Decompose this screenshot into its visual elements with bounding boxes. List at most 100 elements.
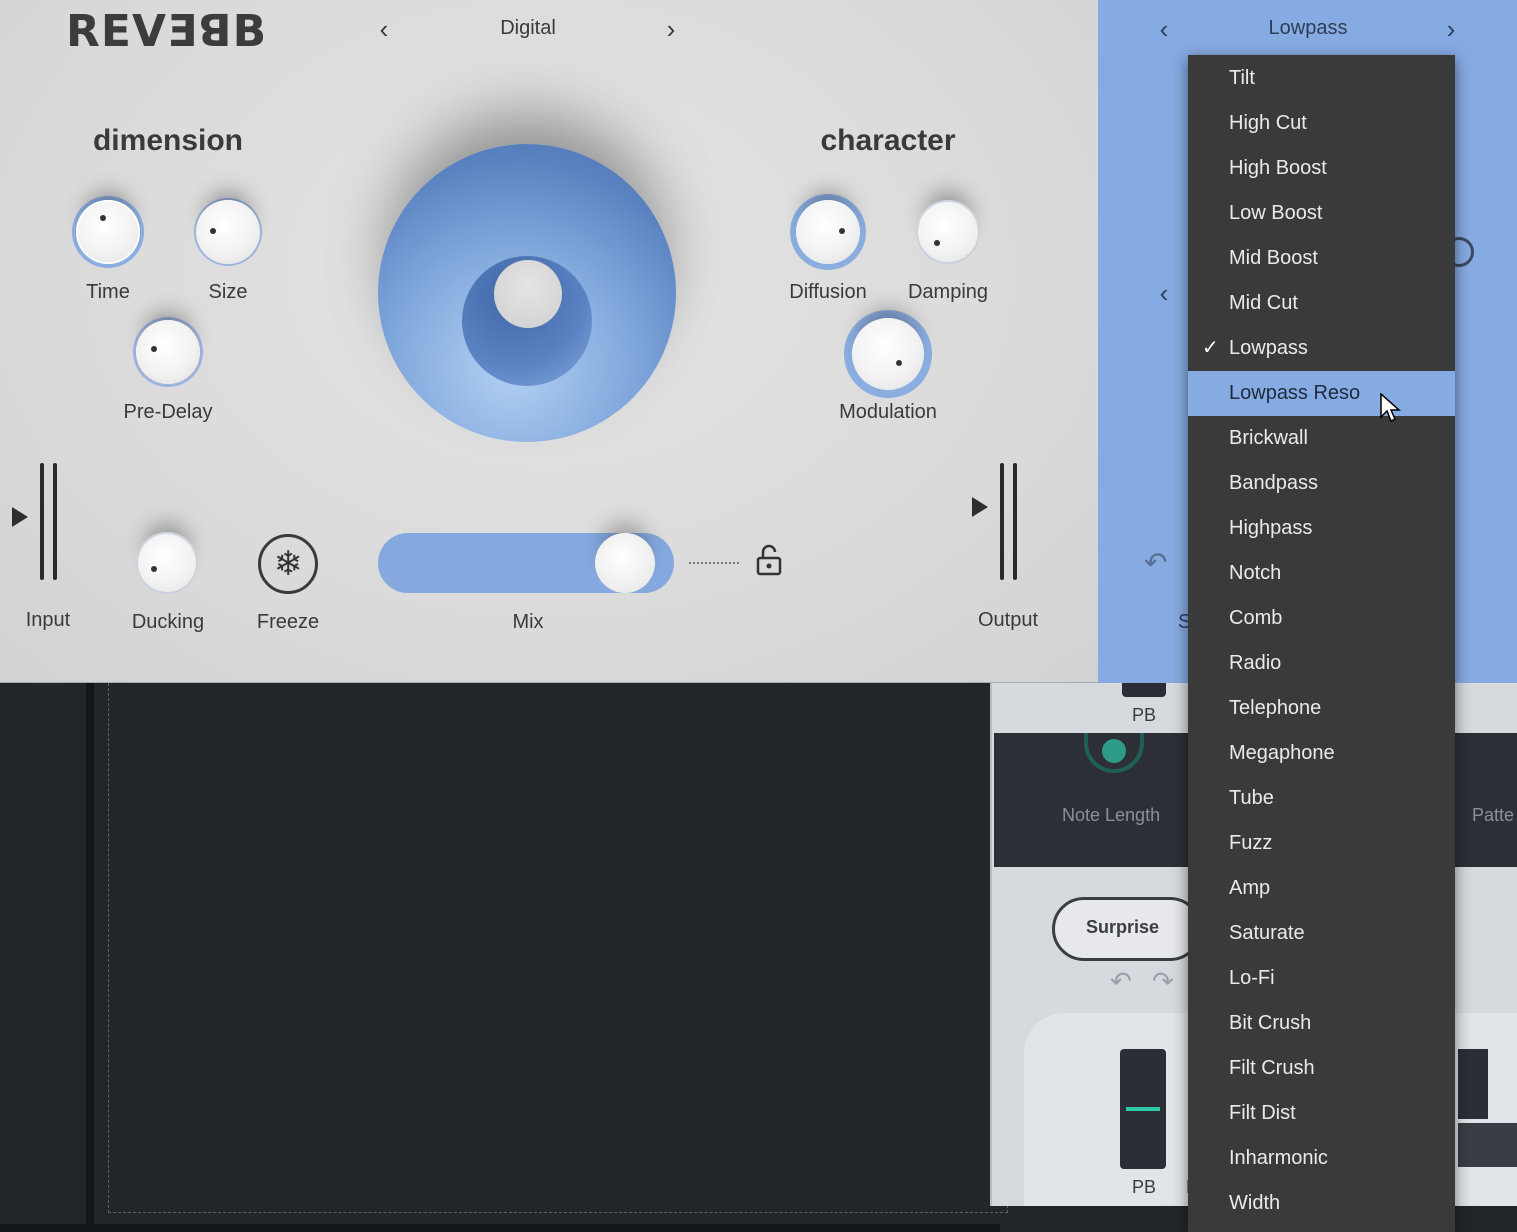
filter-prev-button[interactable]: ‹ [1152, 14, 1176, 44]
inst-redo-icon[interactable]: ↷ [1152, 966, 1174, 997]
dropdown-item[interactable]: Mid Cut [1188, 281, 1455, 326]
freeze-button[interactable]: ❄ [258, 534, 318, 594]
undo-icon[interactable]: ↶ [1144, 546, 1167, 579]
size-label: Size [208, 281, 248, 303]
dropdown-item-label: Tilt [1229, 67, 1255, 89]
dropdown-item[interactable]: Notch [1188, 551, 1455, 596]
time-label: Time [86, 281, 130, 303]
pattern-label: Patte [1472, 805, 1515, 825]
dropdown-item-label: Amp [1229, 877, 1271, 899]
dropdown-item[interactable]: High Cut [1188, 101, 1455, 146]
modulation-label: Modulation [839, 401, 937, 423]
predelay-knob[interactable] [136, 320, 200, 384]
dropdown-item-label: Mid Boost [1229, 247, 1318, 269]
pb-label-top: PB [1132, 705, 1157, 725]
dropdown-item[interactable]: Inharmonic [1188, 1136, 1455, 1181]
dropdown-item[interactable]: Megaphone [1188, 731, 1455, 776]
damping-label: Damping [907, 281, 989, 303]
dropdown-item-label: Filt Dist [1229, 1102, 1296, 1124]
bottom-bar [0, 1224, 1000, 1232]
dropdown-item[interactable]: Lowpass Reso [1188, 371, 1455, 416]
dropdown-item-label: Lowpass Reso [1229, 382, 1361, 404]
size-knob[interactable] [196, 200, 260, 264]
reverb-logo: REVƎꓭB [66, 6, 268, 57]
dropdown-item[interactable]: Highpass [1188, 506, 1455, 551]
mouse-cursor-icon [1380, 393, 1401, 423]
output-play-icon[interactable] [972, 497, 988, 517]
unlock-icon[interactable] [756, 544, 782, 576]
time-knob[interactable] [76, 200, 140, 264]
divider-left [86, 683, 94, 1232]
mix-link-line [689, 562, 739, 564]
dropdown-item[interactable]: Comb [1188, 596, 1455, 641]
black-key[interactable] [1458, 1049, 1488, 1119]
dropdown-item[interactable]: Brickwall [1188, 416, 1455, 461]
dropdown-item[interactable]: Filt Dist [1188, 1091, 1455, 1136]
filter-type-dropdown: Tilt High Cut High Boost Low Boost Mid Boost… [1188, 55, 1455, 1232]
dropdown-item[interactable]: Mid Boost [1188, 236, 1455, 281]
mix-slider-thumb[interactable] [595, 533, 656, 593]
mix-slider-track[interactable] [378, 533, 674, 593]
dropdown-item[interactable]: Amp [1188, 866, 1455, 911]
dropdown-item[interactable]: Telephone [1188, 686, 1455, 731]
panel-prev-button[interactable]: ‹ [1152, 278, 1176, 308]
dimension-title: dimension [92, 124, 243, 157]
diffusion-knob[interactable] [796, 200, 860, 264]
dropdown-item-label: Width [1229, 1192, 1281, 1214]
dropdown-item[interactable]: Bandpass [1188, 461, 1455, 506]
dropdown-item[interactable]: Width [1188, 1181, 1455, 1226]
note-length-label: Note Length [1062, 805, 1161, 825]
note-length-indicator [1102, 739, 1126, 763]
pitch-bend-indicator [1126, 1107, 1160, 1111]
damping-knob[interactable] [916, 200, 980, 264]
ducking-knob[interactable] [136, 532, 198, 594]
dropdown-item-label: Saturate [1229, 922, 1305, 944]
dropdown-item[interactable]: Tilt [1188, 56, 1455, 101]
decay-main-knob[interactable] [378, 144, 676, 442]
dropdown-item-label: Lowpass [1229, 337, 1308, 359]
pb-wheel-top [1122, 683, 1166, 697]
drop-zone [108, 683, 1008, 1213]
dropdown-item-label: Telephone [1229, 697, 1322, 719]
output-meter-left [1000, 463, 1004, 580]
dropdown-item-label: Notch [1229, 562, 1282, 584]
main-knob-center [494, 260, 562, 328]
dropdown-item-label: Fuzz [1229, 832, 1273, 854]
dropdown-item-label: High Boost [1229, 157, 1327, 179]
dropdown-item-label: Megaphone [1229, 742, 1335, 764]
dropdown-item[interactable]: Radio [1188, 641, 1455, 686]
filter-name[interactable]: Lowpass [1228, 17, 1388, 40]
dropdown-item[interactable]: Fuzz [1188, 821, 1455, 866]
dropdown-item[interactable]: Low Boost [1188, 191, 1455, 236]
dropdown-item-label: Comb [1229, 607, 1283, 629]
piano-key[interactable] [1458, 1123, 1517, 1167]
preset-name[interactable]: Digital [448, 17, 608, 40]
dropdown-item[interactable]: ✓ Lowpass [1188, 326, 1455, 371]
dropdown-item[interactable]: Bit Crush [1188, 1001, 1455, 1046]
character-title: character [820, 124, 956, 157]
reverb-plugin-panel: REVƎꓭB ‹ Digital › dimension Time Size P… [0, 0, 1098, 683]
preset-prev-button[interactable]: ‹ [372, 14, 396, 44]
dropdown-item-label: Inharmonic [1229, 1147, 1328, 1169]
freeze-label: Freeze [256, 611, 320, 633]
preset-next-button[interactable]: › [659, 14, 683, 44]
inst-undo-icon[interactable]: ↶ [1110, 966, 1132, 997]
dropdown-item[interactable]: Filt Crush [1188, 1046, 1455, 1091]
ducking-label: Ducking [131, 611, 205, 633]
pb-label-bottom: PB [1132, 1177, 1157, 1197]
dropdown-item[interactable]: Tube [1188, 776, 1455, 821]
dropdown-item-label: Highpass [1229, 517, 1313, 539]
output-label: Output [977, 609, 1039, 631]
dropdown-item-label: Low Boost [1229, 202, 1323, 224]
modulation-knob[interactable] [852, 318, 924, 390]
dropdown-item-label: Bit Crush [1229, 1012, 1312, 1034]
dropdown-item[interactable]: High Boost [1188, 146, 1455, 191]
dropdown-item-label: Radio [1229, 652, 1282, 674]
dropdown-item-label: Filt Crush [1229, 1057, 1315, 1079]
surprise-label: Surprise [1086, 917, 1160, 937]
dropdown-item[interactable]: Lo-Fi [1188, 956, 1455, 1001]
dropdown-item[interactable]: Saturate [1188, 911, 1455, 956]
filter-next-button[interactable]: › [1439, 14, 1463, 44]
input-play-icon[interactable] [12, 507, 28, 527]
dropdown-item-label: Lo-Fi [1229, 967, 1275, 989]
